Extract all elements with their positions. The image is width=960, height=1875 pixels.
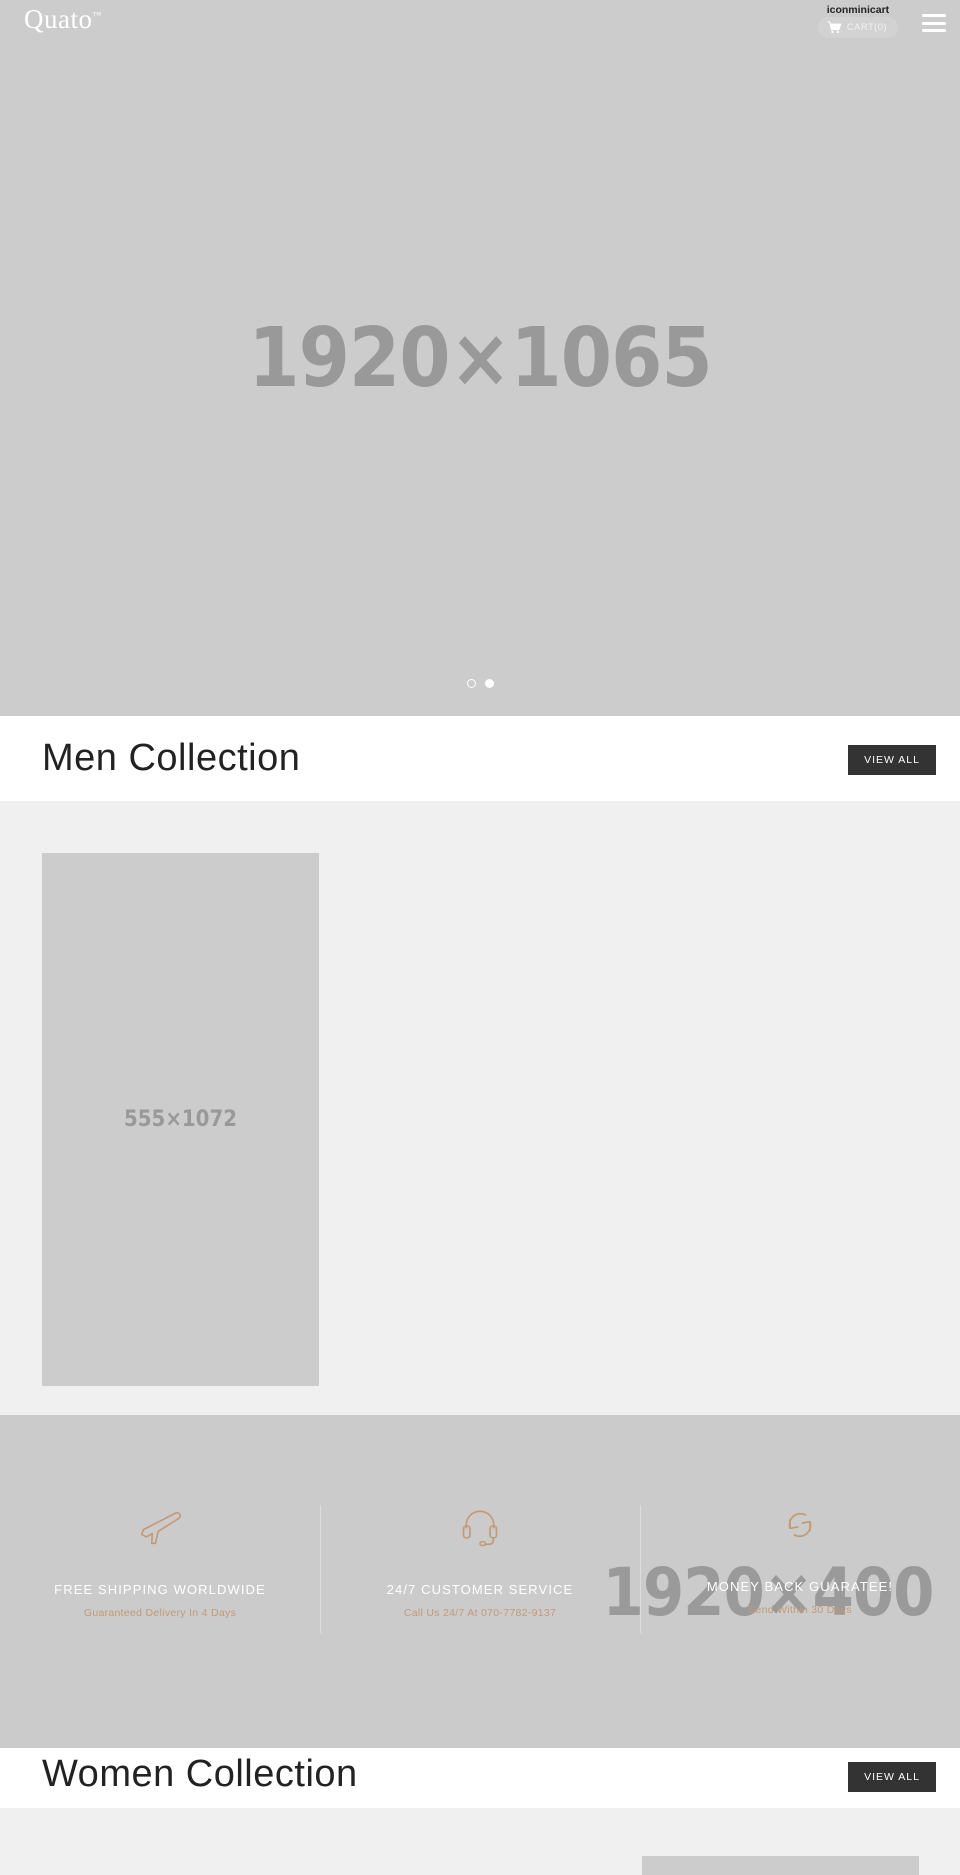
feature-subtitle: Send Within 30 Days	[748, 1604, 852, 1616]
men-collection-header: Men Collection VIEW ALL	[0, 716, 960, 801]
hamburger-bar-1	[922, 14, 946, 17]
hero-slider-dots	[0, 679, 960, 688]
airplane-icon	[140, 1511, 181, 1545]
hero-placeholder-text: 1920×1065	[248, 310, 712, 406]
cart-count-label: CART(0)	[846, 22, 887, 33]
hero-image-placeholder: 1920×1065	[0, 0, 960, 716]
cart-button[interactable]: CART(0)	[817, 17, 898, 38]
women-collection-section: Women Collection VIEW ALL	[0, 1748, 960, 1875]
women-view-all-button[interactable]: VIEW ALL	[848, 1762, 936, 1792]
men-product-card[interactable]: 555×1072	[42, 853, 319, 1386]
shopping-cart-icon	[827, 21, 842, 34]
hero-dot-1[interactable]	[466, 679, 476, 688]
minicart-area: iconminicart CART(0)	[817, 4, 898, 39]
hamburger-bar-3	[922, 29, 946, 32]
feature-title: FREE SHIPPING WORLDWIDE	[54, 1582, 266, 1597]
feature-subtitle: Call Us 24/7 At 070-7782-9137	[403, 1607, 557, 1619]
hamburger-menu-icon[interactable]	[922, 14, 946, 32]
men-view-all-button[interactable]: VIEW ALL	[848, 745, 936, 775]
feature-subtitle: Guaranteed Delivery In 4 Days	[83, 1607, 237, 1619]
hamburger-bar-2	[922, 21, 946, 25]
brand-logo[interactable]: Quato™	[24, 6, 101, 33]
women-collection-title: Women Collection	[42, 1753, 358, 1795]
men-product-placeholder-text: 555×1072	[124, 1107, 237, 1132]
hero-slider[interactable]: 1920×1065	[0, 0, 960, 716]
men-collection-title: Men Collection	[42, 737, 301, 779]
page-root: 1920×1065 Quato™ iconminicart CART(0) Me…	[0, 0, 960, 1875]
site-header: Quato™ iconminicart CART(0)	[0, 0, 960, 48]
features-columns: FREE SHIPPING WORLDWIDE Guaranteed Deliv…	[0, 1415, 960, 1748]
return-arrows-icon	[788, 1512, 812, 1538]
feature-title: MONEY BACK GUARATEE!	[706, 1579, 894, 1594]
men-collection-section: Men Collection VIEW ALL 555×1072	[0, 716, 960, 1415]
women-collection-header: Women Collection VIEW ALL	[0, 1748, 960, 1808]
women-product-card[interactable]	[642, 1856, 919, 1875]
brand-tm: ™	[92, 10, 102, 20]
features-band: 1920×400 FREE SHIPPING WORLDWIDE Guarant…	[0, 1415, 960, 1748]
headset-icon	[462, 1510, 498, 1547]
feature-title: 24/7 CUSTOMER SERVICE	[386, 1582, 574, 1597]
feature-free-shipping: FREE SHIPPING WORLDWIDE Guaranteed Deliv…	[0, 1415, 320, 1748]
brand-name: Quato	[24, 4, 93, 34]
feature-money-back: MONEY BACK GUARATEE! Send Within 30 Days	[640, 1415, 960, 1748]
minicart-label: iconminicart	[826, 4, 890, 16]
hero-dot-2[interactable]	[484, 679, 494, 688]
feature-customer-service: 24/7 CUSTOMER SERVICE Call Us 24/7 At 07…	[320, 1415, 640, 1748]
